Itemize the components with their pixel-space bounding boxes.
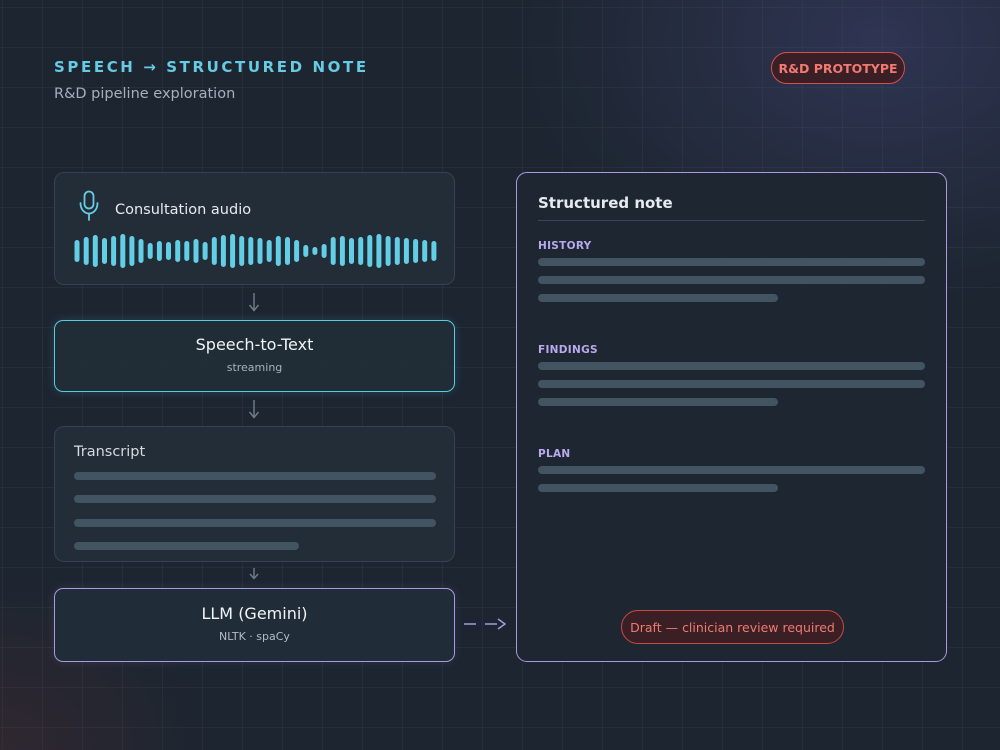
transcript-placeholder-line xyxy=(74,472,436,480)
waveform-bar xyxy=(184,241,190,261)
arrow-down-icon xyxy=(248,400,260,419)
section-label-findings: FINDINGS xyxy=(538,344,598,356)
note-placeholder-line xyxy=(538,484,778,492)
stt-subtitle: streaming xyxy=(226,361,283,374)
note-placeholder-line xyxy=(538,258,925,266)
waveform-bar xyxy=(257,238,263,264)
consultation-audio-card: Consultation audio xyxy=(54,172,455,285)
waveform-bar xyxy=(385,236,391,266)
waveform-bar xyxy=(147,243,153,259)
microphone-icon xyxy=(79,190,99,221)
section-label-plan: PLAN xyxy=(538,448,571,460)
waveform-bar xyxy=(376,234,382,268)
note-placeholder-line xyxy=(538,466,925,474)
waveform-bar xyxy=(394,237,400,265)
waveform-bar xyxy=(330,237,336,265)
waveform-bar xyxy=(339,236,345,266)
waveform-bar xyxy=(312,247,318,255)
waveform-bar xyxy=(294,240,300,262)
note-placeholder-line xyxy=(538,362,925,370)
stt-title: Speech-to-Text xyxy=(195,335,314,354)
transcript-card: Transcript xyxy=(54,426,455,562)
arrow-down-icon xyxy=(249,568,259,580)
draft-status-badge: Draft — clinician review required xyxy=(621,610,844,644)
waveform-bar xyxy=(129,236,135,266)
waveform-bar xyxy=(422,240,428,262)
transcript-placeholder-line xyxy=(74,542,299,550)
waveform-bar xyxy=(193,239,199,263)
waveform-bar xyxy=(349,238,354,264)
waveform-bar xyxy=(266,240,272,262)
note-placeholder-line xyxy=(538,380,925,388)
waveform-bar xyxy=(413,239,419,263)
prototype-badge: R&D PROTOTYPE xyxy=(771,52,905,84)
audio-label: Consultation audio xyxy=(115,202,252,218)
waveform-bar xyxy=(239,236,245,266)
waveform-bar xyxy=(120,234,126,268)
structured-note-panel: Structured note HISTORY FINDINGS PLAN Dr… xyxy=(516,172,947,662)
speech-to-text-node: Speech-to-Text streaming xyxy=(54,320,455,392)
note-divider xyxy=(538,220,925,221)
waveform-bar xyxy=(166,242,171,260)
waveform-bar xyxy=(220,235,226,267)
transcript-placeholder-line xyxy=(74,519,436,527)
waveform-bar xyxy=(74,240,80,262)
waveform-bar xyxy=(156,241,162,261)
waveform-bar xyxy=(358,237,364,265)
arrow-right-icon xyxy=(464,618,507,630)
waveform-bar xyxy=(102,238,107,264)
waveform-bar xyxy=(202,242,208,260)
waveform-bar xyxy=(431,241,437,261)
note-placeholder-line xyxy=(538,294,778,302)
waveform-bar xyxy=(138,239,144,263)
transcript-label: Transcript xyxy=(74,444,146,460)
section-label-history: HISTORY xyxy=(538,240,592,252)
waveform-bar xyxy=(175,240,181,262)
waveform-bar xyxy=(211,237,217,265)
llm-node: LLM (Gemini) NLTK · spaCy xyxy=(54,588,455,662)
llm-subtitle: NLTK · spaCy xyxy=(219,630,290,643)
waveform-bar xyxy=(83,237,89,265)
page-subtitle: R&D pipeline exploration xyxy=(54,86,236,102)
note-placeholder-line xyxy=(538,276,925,284)
waveform-bar xyxy=(367,235,373,267)
waveform-bar xyxy=(111,236,117,266)
audio-waveform xyxy=(74,234,437,268)
waveform-bar xyxy=(403,238,409,264)
waveform-bar xyxy=(321,244,327,258)
arrow-down-icon xyxy=(248,293,260,312)
waveform-bar xyxy=(275,236,281,266)
waveform-bar xyxy=(285,237,290,265)
page-title: SPEECH → STRUCTURED NOTE xyxy=(54,58,369,76)
waveform-bar xyxy=(92,235,98,267)
transcript-placeholder-line xyxy=(74,495,436,503)
waveform-bar xyxy=(248,237,254,265)
note-placeholder-line xyxy=(538,398,778,406)
waveform-bar xyxy=(230,234,236,268)
note-title: Structured note xyxy=(538,194,673,212)
llm-title: LLM (Gemini) xyxy=(201,604,308,623)
waveform-bar xyxy=(303,245,309,257)
